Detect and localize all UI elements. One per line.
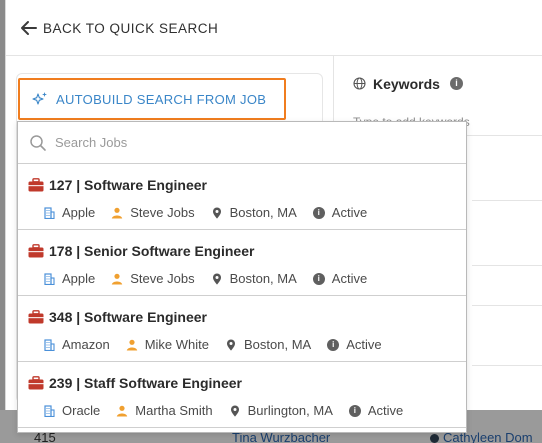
job-location: Burlington, MA <box>229 403 333 418</box>
map-pin-icon <box>230 405 239 417</box>
job-status-text: Active <box>346 337 382 352</box>
job-status: i Active <box>348 403 404 418</box>
right-divider <box>472 305 542 306</box>
map-pin-icon <box>212 273 221 285</box>
briefcase-icon <box>28 244 44 258</box>
info-icon: i <box>312 272 325 285</box>
briefcase-icon <box>28 178 44 192</box>
job-meta: Amazon Mike White Boston, MA i Active <box>43 337 398 352</box>
building-icon <box>44 404 55 417</box>
briefcase-icon <box>28 310 44 324</box>
building-icon <box>44 206 55 219</box>
info-icon: i <box>348 404 361 417</box>
info-icon: i <box>327 338 340 351</box>
job-list-item[interactable]: 178 | Senior Software Engineer Apple Ste… <box>18 230 466 296</box>
job-list-item[interactable]: 239 | Staff Software Engineer Oracle Mar… <box>18 362 466 428</box>
arrow-left-icon[interactable] <box>20 19 38 37</box>
building-icon <box>44 338 55 351</box>
job-company: Amazon <box>43 337 110 352</box>
job-owner: Mike White <box>126 337 209 352</box>
job-location: Boston, MA <box>211 271 297 286</box>
job-owner-name: Steve Jobs <box>130 271 195 286</box>
person-icon <box>112 273 123 284</box>
background-status-dot <box>430 434 439 443</box>
back-to-quick-search-link[interactable]: BACK TO QUICK SEARCH <box>43 21 218 36</box>
job-status: i Active <box>327 337 382 352</box>
job-location: Boston, MA <box>211 205 297 220</box>
job-status: i Active <box>312 205 368 220</box>
job-company-name: Amazon <box>62 337 110 352</box>
job-status-text: Active <box>331 271 368 286</box>
job-title: 348 | Software Engineer <box>49 309 207 325</box>
job-owner-name: Martha Smith <box>135 403 213 418</box>
building-icon <box>44 272 55 285</box>
job-title: 239 | Staff Software Engineer <box>49 375 242 391</box>
job-location: Boston, MA <box>225 337 311 352</box>
right-divider <box>472 365 542 366</box>
job-status-text: Active <box>367 403 404 418</box>
job-search-row <box>18 122 466 164</box>
map-pin-icon <box>227 339 235 351</box>
right-divider <box>472 265 542 266</box>
job-company-name: Oracle <box>62 403 101 418</box>
map-pin-icon <box>212 207 221 219</box>
person-icon <box>117 405 128 416</box>
job-owner: Steve Jobs <box>111 271 195 286</box>
job-meta: Oracle Martha Smith Burlington, MA i Act… <box>43 403 419 418</box>
job-search-input[interactable] <box>55 135 435 150</box>
job-location-text: Boston, MA <box>229 271 297 286</box>
sparkle-icon <box>32 92 47 105</box>
job-location-text: Boston, MA <box>229 205 297 220</box>
job-owner-name: Steve Jobs <box>130 205 195 220</box>
job-meta: Apple Steve Jobs Boston, MA i Active <box>43 205 383 220</box>
keywords-heading: Keywords <box>373 76 440 92</box>
job-list: 127 | Software Engineer Apple Steve Jobs <box>18 164 466 428</box>
job-company-name: Apple <box>62 271 96 286</box>
job-status: i Active <box>312 271 368 286</box>
job-company-name: Apple <box>62 205 96 220</box>
job-list-item[interactable]: 348 | Software Engineer Amazon Mike Whit… <box>18 296 466 362</box>
info-icon[interactable]: i <box>450 77 463 90</box>
job-owner-name: Mike White <box>144 337 209 352</box>
job-company: Oracle <box>43 403 100 418</box>
job-location-text: Boston, MA <box>244 337 312 352</box>
person-icon <box>112 207 123 218</box>
search-icon <box>30 134 46 151</box>
job-search-dropdown: 127 | Software Engineer Apple Steve Jobs <box>17 121 467 433</box>
autobuild-search-button[interactable]: AUTOBUILD SEARCH FROM JOB <box>18 78 286 120</box>
person-icon <box>126 339 137 350</box>
job-meta: Apple Steve Jobs Boston, MA i Active <box>43 271 383 286</box>
job-status-text: Active <box>331 205 368 220</box>
briefcase-icon <box>28 376 44 390</box>
job-company: Apple <box>43 205 95 220</box>
job-company: Apple <box>43 271 95 286</box>
right-divider <box>472 200 542 201</box>
job-owner: Steve Jobs <box>111 205 195 220</box>
job-list-item[interactable]: 127 | Software Engineer Apple Steve Jobs <box>18 164 466 230</box>
autobuild-label: AUTOBUILD SEARCH FROM JOB <box>56 91 267 107</box>
job-location-text: Burlington, MA <box>247 403 333 418</box>
job-title: 178 | Senior Software Engineer <box>49 243 255 259</box>
modal-header: BACK TO QUICK SEARCH <box>6 0 542 56</box>
job-title: 127 | Software Engineer <box>49 177 207 193</box>
globe-icon <box>353 77 366 90</box>
job-owner: Martha Smith <box>116 403 213 418</box>
info-icon: i <box>312 206 325 219</box>
